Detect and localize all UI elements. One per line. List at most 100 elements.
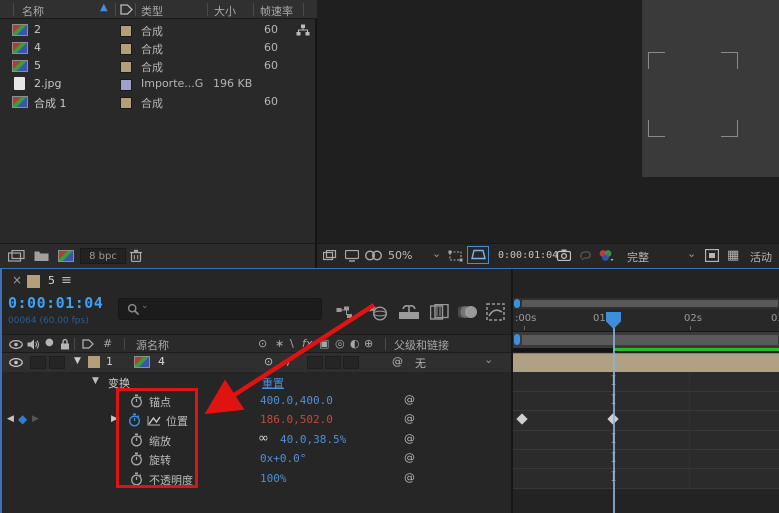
- pick-whip-icon[interactable]: @: [404, 412, 415, 425]
- panel-menu-icon[interactable]: ≡: [61, 273, 72, 288]
- link-dimensions-icon[interactable]: ∞: [258, 431, 269, 446]
- switch-box[interactable]: [343, 356, 359, 369]
- work-area-thumb[interactable]: [522, 335, 778, 345]
- lock-column-icon[interactable]: [60, 338, 70, 350]
- renderer-3d-icon[interactable]: [366, 303, 388, 321]
- pick-whip-icon[interactable]: @: [404, 451, 415, 464]
- parent-pick-whip-icon[interactable]: @: [392, 355, 403, 368]
- motion-blur-icon[interactable]: [458, 305, 478, 319]
- new-composition-icon[interactable]: [58, 250, 74, 262]
- twirl-down-icon[interactable]: ▼: [92, 376, 99, 386]
- screen-preview-icon[interactable]: [345, 250, 359, 262]
- solo-column-icon[interactable]: ●: [45, 337, 54, 348]
- project-row[interactable]: 2.jpg Importe...G 196 KB: [0, 75, 317, 93]
- switch-box[interactable]: [49, 356, 65, 369]
- cube-3d-switch-icon[interactable]: ⊕: [364, 337, 373, 350]
- property-row-anchor[interactable]: 锚点 400.0,400.0 @: [2, 391, 512, 410]
- property-value[interactable]: 100%: [260, 472, 287, 485]
- pick-whip-icon[interactable]: @: [404, 393, 415, 406]
- resolution-dropdown[interactable]: 完整 ⌄: [623, 247, 699, 264]
- switch-box[interactable]: [325, 356, 341, 369]
- column-type[interactable]: 类型: [141, 3, 163, 19]
- property-row-opacity[interactable]: 不透明度 100% @: [2, 468, 512, 488]
- twirl-down-icon[interactable]: ▼: [74, 356, 81, 366]
- frame-blending-icon[interactable]: [430, 304, 449, 320]
- pick-whip-icon[interactable]: @: [404, 471, 415, 484]
- property-row-rotation[interactable]: 旋转 0x+0.0° @: [2, 449, 512, 468]
- column-fps[interactable]: 帧速率: [260, 3, 293, 19]
- switch-box[interactable]: [30, 356, 46, 369]
- work-area-blue-cap[interactable]: [514, 334, 520, 345]
- new-folder-icon[interactable]: [34, 250, 49, 262]
- transform-reset-link[interactable]: 重置: [262, 375, 284, 391]
- number-column-header[interactable]: #: [103, 337, 112, 350]
- property-value[interactable]: 40.0,38.5%: [280, 433, 346, 446]
- channel-rgb-icon[interactable]: [598, 249, 614, 262]
- comp-mini-flowchart-icon[interactable]: [336, 306, 356, 320]
- snapshot-stack-icon[interactable]: [323, 250, 337, 262]
- snapshot-camera-icon[interactable]: [557, 249, 571, 261]
- timeline-search-input[interactable]: ⌄: [118, 298, 322, 320]
- property-row-scale[interactable]: 缩放 ∞ 40.0,38.5% @: [2, 430, 512, 449]
- trash-icon[interactable]: [130, 249, 142, 262]
- prev-keyframe-icon[interactable]: ◀: [7, 414, 14, 424]
- stereo-3d-view-icon[interactable]: [365, 250, 382, 261]
- label-color-swatch[interactable]: [120, 43, 132, 55]
- work-area-bar[interactable]: [513, 332, 779, 348]
- quality-switch-icon[interactable]: ⊙: [264, 355, 273, 368]
- project-row[interactable]: 5 合成 60: [0, 57, 317, 75]
- fast-previews-icon[interactable]: [705, 249, 719, 262]
- timeline-tab[interactable]: × 5 ≡: [4, 271, 114, 293]
- layer-label-swatch[interactable]: [88, 356, 100, 368]
- scrollbar-blue-cap[interactable]: [514, 299, 520, 308]
- adjustment-switch-icon[interactable]: ◐: [350, 337, 360, 350]
- column-name[interactable]: 名称: [22, 3, 44, 19]
- tag-column-icon[interactable]: [82, 339, 94, 349]
- color-depth-button[interactable]: 8 bpc: [80, 248, 126, 264]
- composition-viewer[interactable]: [642, 0, 779, 177]
- parent-dropdown[interactable]: 无 ⌄: [412, 354, 500, 370]
- mask-switch-icon[interactable]: ▣: [319, 337, 329, 350]
- label-color-swatch[interactable]: [120, 25, 132, 37]
- best-quality-icon[interactable]: /: [287, 355, 291, 368]
- fx-switch-icon[interactable]: fx: [302, 337, 312, 350]
- parent-link-column[interactable]: 父级和链接: [394, 337, 449, 353]
- source-name-column[interactable]: 源名称: [136, 337, 169, 353]
- property-value[interactable]: 0x+0.0°: [260, 452, 306, 465]
- quality-slash-icon[interactable]: \: [290, 337, 294, 350]
- layer-duration-bar[interactable]: [513, 353, 779, 372]
- switch-box[interactable]: [307, 356, 323, 369]
- quality-switch-icon[interactable]: ⊙: [258, 337, 267, 350]
- scrollbar-thumb[interactable]: [522, 300, 778, 307]
- graph-editor-icon[interactable]: [486, 303, 505, 321]
- next-keyframe-icon[interactable]: ▶: [32, 414, 39, 424]
- project-row[interactable]: 2 合成 60: [0, 21, 317, 39]
- view-layout-value[interactable]: 活动: [750, 249, 772, 265]
- interpret-footage-icon[interactable]: [8, 250, 26, 262]
- region-of-interest-icon[interactable]: [448, 250, 463, 262]
- audio-column-icon[interactable]: [27, 339, 39, 350]
- close-icon[interactable]: ×: [12, 273, 22, 287]
- tag-column-icon[interactable]: [120, 4, 133, 15]
- property-row-position[interactable]: ◀ ◆ ▶ ▶ 位置 186.0,502.0 @: [2, 410, 512, 430]
- layer-row[interactable]: ▼ 1 4 ⊙ / @ 无 ⌄: [2, 353, 512, 372]
- transform-group-row[interactable]: ▼ 变换 重置: [2, 372, 512, 391]
- magnification-dropdown[interactable]: 50% ⌄: [386, 247, 444, 264]
- draft-3d-icon[interactable]: [398, 305, 420, 320]
- motion-blur-switch-icon[interactable]: ◎: [335, 337, 345, 350]
- toggle-mask-visibility-button[interactable]: [467, 246, 489, 264]
- label-color-swatch[interactable]: [120, 97, 132, 109]
- sort-ascending-icon[interactable]: ▲: [100, 2, 108, 13]
- timeline-scrollbar[interactable]: [513, 298, 779, 309]
- transparency-grid-icon[interactable]: ▦: [727, 248, 739, 263]
- keyframe-here-icon[interactable]: ◆: [18, 412, 27, 426]
- project-row[interactable]: 合成 1 合成 60: [0, 93, 317, 111]
- time-ruler[interactable]: :00s 01s 02s 03: [513, 309, 779, 332]
- property-value[interactable]: 400.0,400.0: [260, 394, 333, 407]
- collapse-switch-icon[interactable]: ∗: [275, 337, 284, 350]
- property-value[interactable]: 186.0,502.0: [260, 413, 333, 426]
- comp-timecode[interactable]: 0:00:01:04: [498, 250, 558, 261]
- playhead-line[interactable]: [613, 313, 615, 513]
- show-snapshot-icon[interactable]: [579, 249, 592, 261]
- label-color-swatch[interactable]: [120, 61, 132, 73]
